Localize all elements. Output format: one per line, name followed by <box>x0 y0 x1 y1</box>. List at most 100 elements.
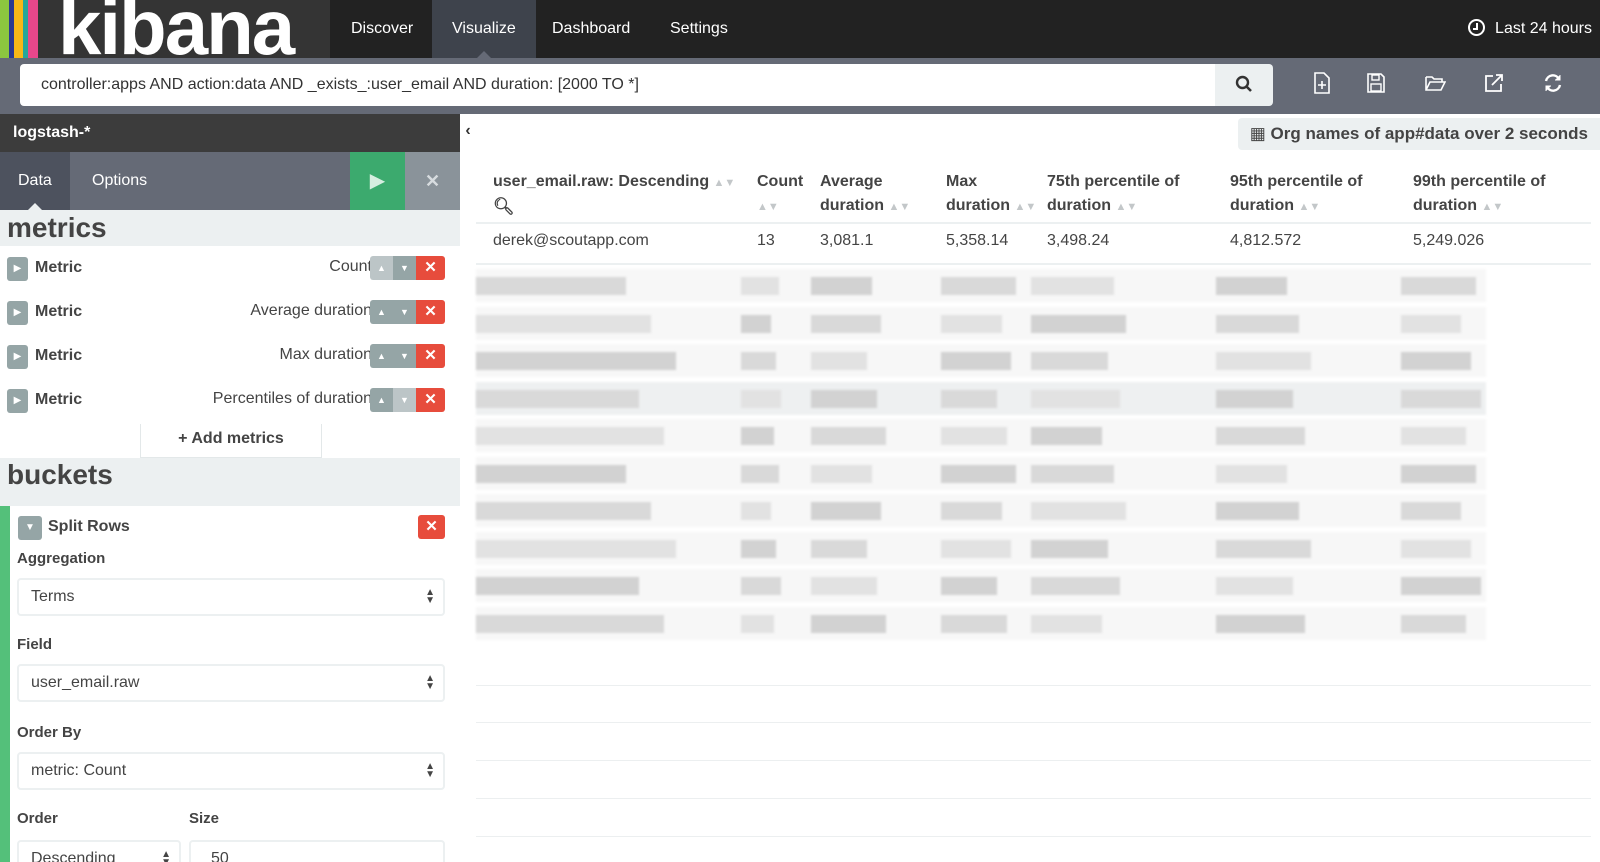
move-down-button[interactable]: ▼ <box>393 256 416 280</box>
redacted-cell <box>1401 352 1471 370</box>
size-label: Size <box>189 810 220 827</box>
redacted-cell <box>741 539 776 558</box>
column-header[interactable]: Average duration ▲▼ <box>820 170 920 219</box>
field-select[interactable]: user_email.raw ▲ ▼ <box>17 664 445 702</box>
order-select[interactable]: Descending ▲▼ <box>17 840 181 862</box>
move-down-button[interactable]: ▼ <box>393 344 416 368</box>
query-input[interactable]: controller:apps AND action:data AND _exi… <box>20 64 1215 106</box>
redacted-cell <box>741 464 779 483</box>
redacted-cell <box>1031 352 1109 370</box>
remove-button[interactable]: ✕ <box>416 344 445 368</box>
split-rows-bucket: ▼ Split Rows ✕ Aggregation Terms ▲ ▼ Field… <box>0 506 460 862</box>
aggregation-select[interactable]: Terms ▲ ▼ <box>17 578 445 616</box>
remove-button[interactable]: ✕ <box>416 388 445 412</box>
order-by-value: metric: Count <box>31 762 127 779</box>
plus-icon: + <box>178 430 192 447</box>
apply-button[interactable]: ▶ <box>350 152 405 210</box>
sort-icon: ▲▼ <box>713 177 736 189</box>
redacted-cell <box>811 352 868 370</box>
column-header[interactable]: 95th percentile of duration ▲▼ <box>1230 170 1390 219</box>
folder-open-icon <box>1425 76 1447 91</box>
redacted-cell <box>1031 389 1121 408</box>
redacted-cell <box>941 614 1007 633</box>
remove-bucket-button[interactable]: ✕ <box>418 515 445 539</box>
caret-right-icon[interactable]: ▶ <box>7 389 28 413</box>
tab-options[interactable]: Options <box>74 152 165 210</box>
cell-count: 13 <box>757 232 775 249</box>
sort-icon: ▲▼ <box>757 201 779 213</box>
nav-visualize[interactable]: Visualize <box>432 0 536 58</box>
time-picker[interactable]: Last 24 hours <box>1468 0 1592 58</box>
redacted-cell <box>811 539 868 558</box>
redacted-cell <box>1401 277 1476 295</box>
column-header[interactable]: user_email.raw: Descending ▲▼ 🔍︎ <box>493 170 743 220</box>
move-up-button[interactable]: ▲ <box>370 300 393 324</box>
redacted-cell <box>1216 389 1294 408</box>
refresh-icon <box>1544 74 1562 92</box>
chevron-left-icon: ‹ <box>465 122 471 139</box>
buckets-heading: buckets <box>7 459 113 490</box>
redacted-cell <box>1401 539 1471 558</box>
column-header[interactable]: 75th percentile of duration ▲▼ <box>1047 170 1207 219</box>
size-input[interactable]: 50 <box>189 840 445 862</box>
redacted-cell <box>741 389 781 408</box>
new-visualization-button[interactable] <box>1308 72 1336 100</box>
redacted-cell <box>941 427 1007 445</box>
new-document-icon <box>1314 72 1330 94</box>
share-button[interactable] <box>1480 72 1508 100</box>
redacted-cell <box>1401 389 1481 408</box>
caret-right-icon[interactable]: ▶ <box>7 301 28 325</box>
redacted-cell <box>941 539 1012 558</box>
caret-down-icon[interactable]: ▼ <box>18 516 42 540</box>
move-up-button[interactable]: ▲ <box>370 388 393 412</box>
query-bar: controller:apps AND action:data AND _exi… <box>0 58 1600 114</box>
redacted-cell <box>1216 464 1288 483</box>
caret-right-icon[interactable]: ▶ <box>7 257 28 281</box>
remove-button[interactable]: ✕ <box>416 300 445 324</box>
move-down-button[interactable]: ▼ <box>393 388 416 412</box>
metric-row: ▶ Metric Max duration ▲ ▼ ✕ <box>0 334 460 378</box>
order-by-select[interactable]: metric: Count ▲ ▼ <box>17 752 445 790</box>
search-button[interactable] <box>1215 64 1273 106</box>
redacted-cell <box>1031 314 1126 333</box>
kibana-logo[interactable]: kibana <box>0 0 330 58</box>
nav-discover[interactable]: Discover <box>333 0 431 58</box>
index-pattern-title: logstash-* <box>0 114 460 152</box>
redacted-cell <box>1031 539 1109 558</box>
order-by-label: Order By <box>17 724 82 741</box>
redacted-cell <box>741 277 779 295</box>
sidebar: logstash-* Data Options ▶ ✕ metrics ▶ Me… <box>0 114 460 862</box>
save-button[interactable] <box>1362 72 1390 100</box>
column-header[interactable]: Max duration ▲▼ <box>946 170 1041 219</box>
sort-icon: ▲▼ <box>1481 201 1504 213</box>
redacted-cell <box>811 427 886 445</box>
move-up-button[interactable]: ▲ <box>370 256 393 280</box>
redacted-cell <box>1216 427 1306 445</box>
metric-value: Average duration <box>250 302 372 319</box>
refresh-button[interactable] <box>1539 72 1567 100</box>
move-down-button[interactable]: ▼ <box>393 300 416 324</box>
aggregation-label: Aggregation <box>17 550 106 567</box>
open-button[interactable] <box>1421 72 1449 100</box>
redacted-cell <box>1401 464 1476 483</box>
table-icon: ▦ <box>1249 124 1271 143</box>
discard-button[interactable]: ✕ <box>405 152 460 210</box>
redacted-cell <box>811 464 872 483</box>
select-arrows-icon: ▲▼ <box>425 761 435 780</box>
column-header[interactable]: Count ▲▼ <box>757 170 812 219</box>
redacted-cell <box>941 389 998 408</box>
move-up-button[interactable]: ▲ <box>370 344 393 368</box>
nav-settings[interactable]: Settings <box>652 0 746 58</box>
nav-dashboard[interactable]: Dashboard <box>534 0 648 58</box>
save-icon <box>1367 73 1385 93</box>
select-arrows-icon: ▲▼ <box>425 587 435 606</box>
collapse-sidebar-button[interactable]: ‹ <box>460 114 476 862</box>
column-header[interactable]: 99th percentile of duration ▲▼ <box>1413 170 1573 219</box>
tab-data[interactable]: Data <box>0 152 70 210</box>
remove-button[interactable]: ✕ <box>416 256 445 280</box>
caret-right-icon[interactable]: ▶ <box>7 345 28 369</box>
order-label: Order <box>17 810 58 827</box>
header-divider <box>476 222 1591 224</box>
add-metrics-button[interactable]: + Add metrics <box>140 424 322 458</box>
title-text: Org names of app#data over 2 seconds <box>1270 124 1588 143</box>
